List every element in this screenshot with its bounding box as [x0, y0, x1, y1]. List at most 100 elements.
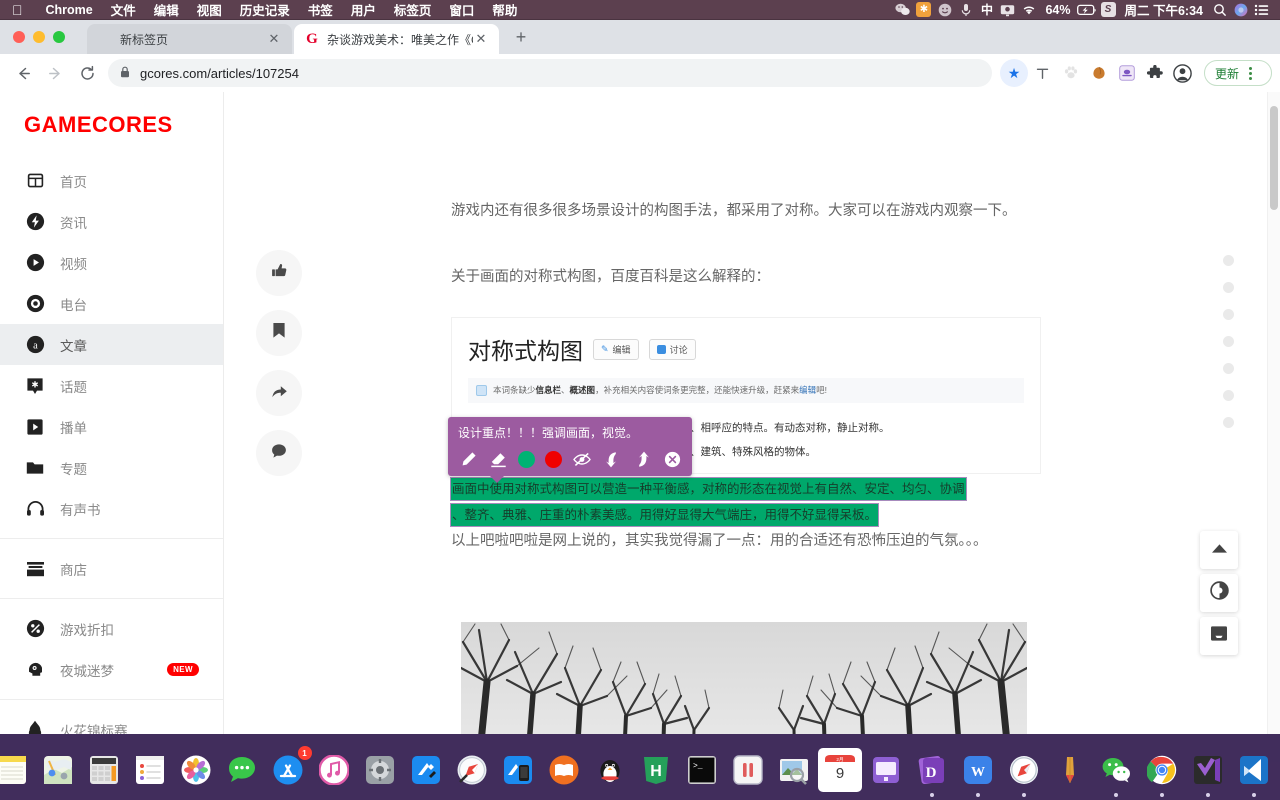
- input-method-indicator[interactable]: 中: [976, 2, 997, 18]
- progress-dot[interactable]: [1223, 417, 1234, 428]
- dock-item-wechat[interactable]: [1094, 748, 1138, 797]
- microphone-icon[interactable]: [955, 2, 976, 18]
- menu-item-help[interactable]: 帮助: [483, 0, 526, 19]
- app-icon[interactable]: ✱: [913, 2, 934, 18]
- dock-item-parallels[interactable]: [726, 748, 770, 792]
- sidebar-item-radio[interactable]: 电台: [0, 283, 223, 324]
- bookmark-button[interactable]: [256, 310, 302, 356]
- scrollbar-thumb[interactable]: [1270, 106, 1278, 210]
- sidebar-item-home[interactable]: 首页: [0, 160, 223, 201]
- dock-item-vscode[interactable]: [1232, 748, 1276, 797]
- dock-item-keynote[interactable]: [864, 748, 908, 792]
- dock-item-photos[interactable]: [174, 748, 218, 792]
- dock-item-app-store[interactable]: 1: [266, 746, 312, 792]
- sidebar-item-spark-tournament[interactable]: 火花锦标赛: [0, 709, 223, 734]
- sidebar-item-audiobook[interactable]: 有声书: [0, 488, 223, 529]
- sidebar-item-playlist[interactable]: 播单: [0, 406, 223, 447]
- menu-item-view[interactable]: 视图: [188, 0, 231, 19]
- puzzle-extension-icon[interactable]: [1142, 60, 1168, 86]
- update-button[interactable]: 更新: [1203, 60, 1272, 86]
- dock-item-messages[interactable]: [220, 748, 264, 792]
- arrow-curve-up-icon[interactable]: [632, 449, 652, 469]
- back-icon[interactable]: [8, 58, 38, 88]
- progress-dot[interactable]: [1223, 255, 1234, 266]
- tab-new-tab-page[interactable]: 新标签页 ✕: [87, 24, 292, 54]
- section-progress-dots[interactable]: [1223, 255, 1234, 428]
- site-logo[interactable]: GAMECORES: [0, 92, 223, 138]
- progress-dot[interactable]: [1223, 363, 1234, 374]
- pencil-icon[interactable]: [458, 449, 478, 469]
- page-scrollbar[interactable]: [1267, 92, 1280, 734]
- new-tab-button[interactable]: +: [507, 24, 535, 52]
- dock-item-chrome[interactable]: [1140, 748, 1184, 797]
- close-window-button[interactable]: [13, 31, 25, 43]
- menu-item-file[interactable]: 文件: [102, 0, 145, 19]
- eraser-icon[interactable]: [488, 449, 508, 469]
- kebab-menu-icon[interactable]: [1239, 66, 1261, 80]
- eye-slash-icon[interactable]: [572, 449, 592, 469]
- green-color-swatch[interactable]: [518, 450, 535, 468]
- sidebar-item-night-city[interactable]: 夜城迷梦 NEW: [0, 649, 223, 690]
- dock-item-visual-studio[interactable]: [1186, 748, 1230, 797]
- smiley-icon[interactable]: [934, 2, 955, 18]
- dock-item-system-preferences[interactable]: [358, 748, 402, 792]
- red-color-swatch[interactable]: [545, 450, 562, 468]
- menu-item-window[interactable]: 窗口: [440, 0, 483, 19]
- bookmark-star-icon[interactable]: ★: [999, 59, 1028, 87]
- dock-item-html-editor[interactable]: H: [634, 748, 678, 792]
- progress-dot[interactable]: [1223, 336, 1234, 347]
- dock-item-notes[interactable]: [0, 748, 34, 792]
- maximize-window-button[interactable]: [53, 31, 65, 43]
- sidebar-item-topics[interactable]: ✱ 话题: [0, 365, 223, 406]
- sidebar-item-video[interactable]: 视频: [0, 242, 223, 283]
- battery-charging-icon[interactable]: [1077, 2, 1098, 18]
- purple-extension-icon[interactable]: [1114, 60, 1140, 86]
- reader-mode-button[interactable]: [1200, 617, 1238, 655]
- like-button[interactable]: [256, 250, 302, 296]
- dock-item-sketch-pencil[interactable]: [1048, 748, 1092, 792]
- apple-menu-icon[interactable]: : [0, 3, 37, 17]
- comment-button[interactable]: [256, 430, 302, 476]
- sidebar-item-store[interactable]: 商店: [0, 548, 223, 589]
- progress-dot[interactable]: [1223, 282, 1234, 293]
- chestnut-extension-icon[interactable]: [1086, 60, 1112, 86]
- spotlight-search-icon[interactable]: [1209, 2, 1230, 18]
- address-bar[interactable]: gcores.com/articles/107254: [108, 59, 992, 87]
- dock-item-terminal[interactable]: >_: [680, 748, 724, 792]
- wechat-icon[interactable]: [892, 2, 913, 18]
- menu-item-bookmarks[interactable]: 书签: [299, 0, 342, 19]
- dock-item-preview[interactable]: [772, 748, 816, 792]
- paw-extension-icon[interactable]: [1058, 60, 1084, 86]
- dock-item-safari[interactable]: [1002, 748, 1046, 797]
- dock-item-simulator[interactable]: [496, 748, 540, 792]
- dock-item-safari-technology-preview[interactable]: [450, 748, 494, 792]
- sidebar-item-special[interactable]: 专题: [0, 447, 223, 488]
- control-center-icon[interactable]: [1251, 2, 1272, 18]
- progress-dot[interactable]: [1223, 309, 1234, 320]
- menu-item-edit[interactable]: 编辑: [145, 0, 188, 19]
- siri-icon[interactable]: [1230, 2, 1251, 18]
- menu-app-name[interactable]: Chrome: [37, 3, 102, 17]
- menu-item-tab[interactable]: 标签页: [385, 0, 441, 19]
- profile-avatar-icon[interactable]: [1170, 60, 1196, 86]
- forward-icon[interactable]: [40, 58, 70, 88]
- sidebar-item-game-discount[interactable]: 游戏折扣: [0, 608, 223, 649]
- arrow-curve-down-icon[interactable]: [602, 449, 622, 469]
- clock[interactable]: 周二 下午6:34: [1119, 0, 1210, 19]
- dock-item-calendar[interactable]: 2月 9: [817, 748, 862, 792]
- menu-item-profiles[interactable]: 用户: [342, 0, 385, 19]
- dock-item-maps[interactable]: [36, 748, 80, 792]
- dock-item-wps[interactable]: W: [956, 748, 1000, 797]
- text-extension-icon[interactable]: [1030, 60, 1056, 86]
- close-tab-icon[interactable]: ✕: [473, 31, 489, 47]
- annotation-toolbar[interactable]: 设计重点！！！强调画面，视觉。: [448, 417, 692, 483]
- dock-item-calculator[interactable]: [82, 748, 126, 792]
- reload-icon[interactable]: [72, 58, 102, 88]
- tab-gcores-article[interactable]: G 杂谈游戏美术：唯美之作《Gris》 ✕: [294, 24, 499, 54]
- dock-item-reminders[interactable]: [128, 748, 172, 792]
- close-tab-icon[interactable]: ✕: [266, 31, 282, 47]
- sidebar-item-news[interactable]: 资讯: [0, 201, 223, 242]
- minimize-window-button[interactable]: [33, 31, 45, 43]
- sogou-input-icon[interactable]: S: [1098, 2, 1119, 18]
- dock-item-dash[interactable]: D: [910, 748, 954, 797]
